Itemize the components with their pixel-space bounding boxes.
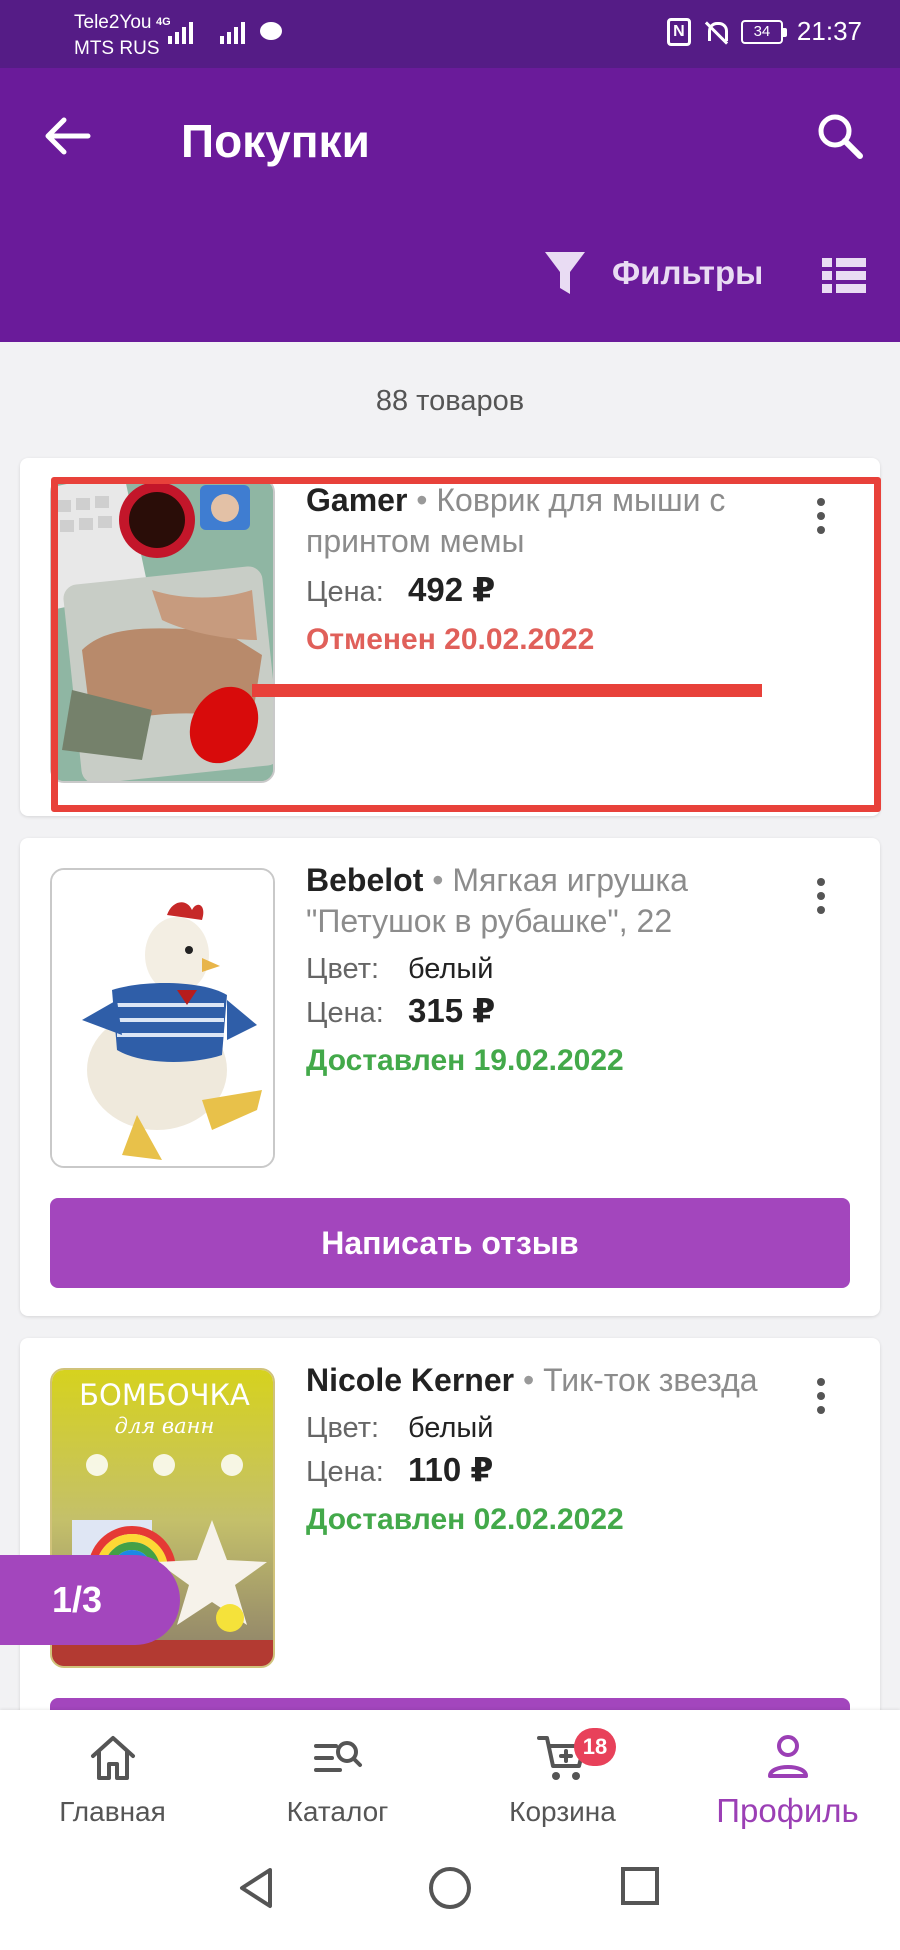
filter-funnel-icon	[545, 252, 585, 294]
price-row: Цена: 315 ₽	[306, 992, 786, 1032]
order-card[interactable]: Bebelot • Мягкая игрушка "Петушок в руба…	[20, 838, 880, 1316]
nav-profile[interactable]: Профиль	[675, 1710, 900, 1838]
system-navigation-bar	[0, 1838, 900, 1950]
bottom-navigation: Главная Каталог 18 Корзина Профиль	[0, 1710, 900, 1838]
order-info: Nicole Kerner • Тик-ток звезда Цвет: белы…	[306, 1360, 786, 1537]
app-bar: Покупки Фильтры	[0, 68, 900, 342]
nav-catalog[interactable]: Каталог	[225, 1710, 450, 1838]
brand-name: Bebelot	[306, 862, 424, 898]
more-options-icon[interactable]	[814, 878, 828, 922]
color-value: белый	[408, 1412, 494, 1444]
catalog-search-icon	[312, 1732, 364, 1784]
home-icon	[87, 1732, 139, 1784]
carrier-name-1: Tele2You	[74, 12, 152, 33]
product-title[interactable]: Nicole Kerner • Тик-ток звезда	[306, 1360, 786, 1401]
nav-catalog-label: Каталог	[286, 1796, 389, 1827]
message-icon	[260, 22, 282, 40]
price-label: Цена:	[306, 1456, 384, 1488]
price-value: 110 ₽	[408, 1451, 494, 1488]
thumb-title: БОМБОЧКА	[79, 1378, 250, 1412]
clock: 21:37	[796, 16, 862, 46]
order-info: Bebelot • Мягкая игрушка "Петушок в руба…	[306, 860, 786, 1078]
color-row: Цвет: белый	[306, 1410, 786, 1447]
price-row: Цена: 110 ₽	[306, 1451, 786, 1491]
write-review-button[interactable]: Написать отзыв	[50, 1198, 850, 1288]
carrier-info: Tele2You MTS RUS	[74, 10, 160, 62]
product-description: Тик-ток звезда	[543, 1362, 758, 1398]
carrier-name-2: MTS RUS	[74, 38, 160, 59]
nav-profile-label: Профиль	[716, 1792, 859, 1829]
order-card[interactable]: БОМБОЧКА для ванн Nicole Kerner • Тик-то…	[20, 1338, 880, 1718]
color-row: Цвет: белый	[306, 951, 786, 988]
system-recents-icon[interactable]	[620, 1866, 660, 1911]
nav-home-label: Главная	[59, 1796, 166, 1827]
back-arrow-icon[interactable]	[44, 116, 92, 156]
nfc-icon: N	[666, 17, 691, 46]
signal-icon-2	[220, 20, 245, 44]
nav-home[interactable]: Главная	[0, 1710, 225, 1838]
product-title[interactable]: Bebelot • Мягкая игрушка "Петушок в руба…	[306, 860, 786, 942]
status-right: N 34 21:37	[666, 16, 862, 47]
system-back-icon[interactable]	[236, 1866, 276, 1915]
product-image-toy[interactable]	[50, 868, 275, 1168]
highlight-annotation-line	[252, 684, 762, 697]
thumb-subtitle: для ванн	[114, 1414, 215, 1438]
status-bar: Tele2You MTS RUS 4G N 34 21:37	[0, 0, 900, 68]
brand-name: Nicole Kerner	[306, 1362, 515, 1398]
battery-icon: 34	[740, 19, 787, 44]
nav-cart[interactable]: 18 Корзина	[450, 1710, 675, 1838]
signal-icon	[168, 20, 193, 44]
more-options-icon[interactable]	[814, 1378, 828, 1422]
color-label: Цвет:	[306, 953, 380, 985]
search-icon[interactable]	[816, 112, 864, 160]
nav-cart-label: Корзина	[509, 1796, 616, 1827]
items-count: 88 товаров	[375, 385, 525, 417]
page-title: Покупки	[181, 115, 370, 167]
list-view-icon[interactable]	[822, 256, 866, 296]
highlight-annotation-box	[51, 477, 881, 812]
page-indicator[interactable]: 1/3	[0, 1555, 180, 1645]
profile-icon	[762, 1732, 814, 1784]
filters-label: Фильтры	[612, 254, 764, 291]
order-status: Доставлен 19.02.2022	[306, 1044, 624, 1077]
price-label: Цена:	[306, 997, 384, 1029]
filters-button[interactable]: Фильтры	[544, 250, 763, 296]
color-value: белый	[408, 953, 494, 985]
cart-badge: 18	[574, 1728, 616, 1766]
bell-off-icon	[705, 20, 728, 44]
system-home-icon[interactable]	[428, 1866, 472, 1915]
order-status: Доставлен 02.02.2022	[306, 1503, 624, 1536]
price-value: 315 ₽	[408, 992, 496, 1029]
color-label: Цвет:	[306, 1412, 380, 1444]
